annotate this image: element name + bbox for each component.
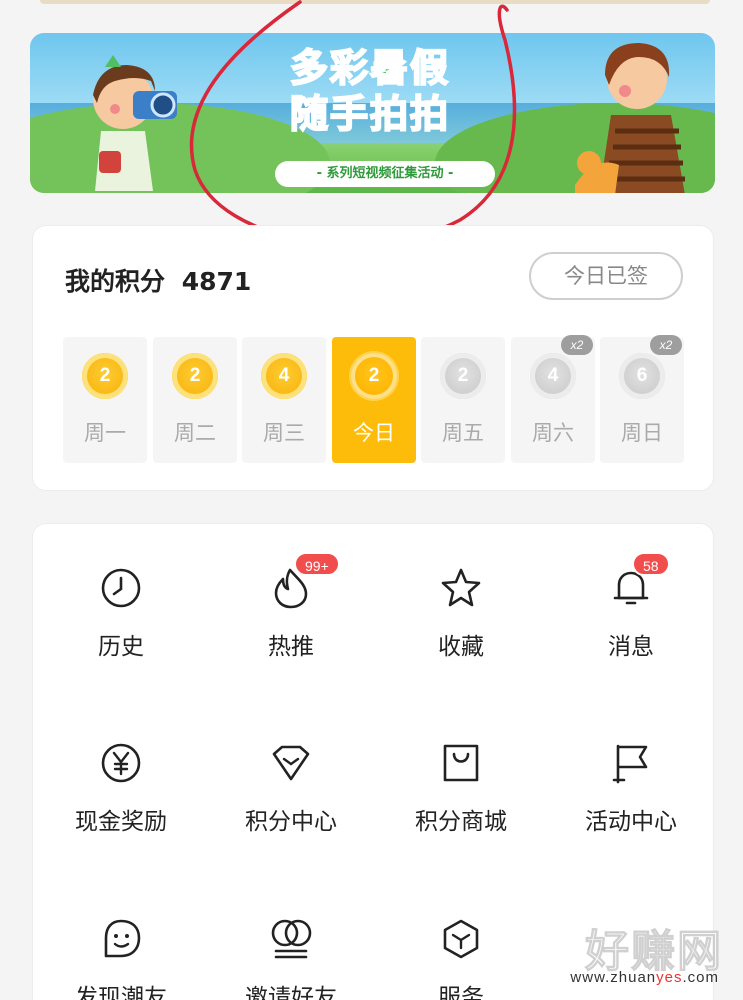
- coin-icon: 6: [619, 353, 665, 399]
- top-strip: [40, 0, 710, 4]
- menu-item-invite-friends[interactable]: 邀请好友: [206, 918, 376, 1000]
- menu-item-hot[interactable]: 99+ 热推: [206, 552, 376, 697]
- menu-item-cash-rewards[interactable]: 现金奖励: [36, 742, 206, 872]
- coin-icon: 2: [440, 353, 486, 399]
- coin-icon: 2: [82, 353, 128, 399]
- banner-subtitle: - 系列短视频征集活动 -: [275, 161, 495, 187]
- day-saturday[interactable]: 4 x2 周六: [511, 335, 595, 463]
- signed-today-button[interactable]: 今日已签: [529, 252, 683, 300]
- sign-in-days: 2 周一 2 周二 4 周三 2 今日 2 周五 4 x2 周六 6 x2 周日: [63, 335, 688, 463]
- summer-banner[interactable]: 多彩暑假 随手拍拍 - 系列短视频征集活动 -: [30, 33, 715, 193]
- flag-icon: [612, 744, 648, 784]
- day-wednesday[interactable]: 4 周三: [242, 337, 326, 463]
- shopping-bag-icon: [443, 744, 479, 782]
- day-friday[interactable]: 2 周五: [421, 337, 505, 463]
- day-label: 周五: [442, 421, 484, 445]
- menu-item-points-mall[interactable]: 积分商城: [376, 742, 546, 872]
- day-label: 周日: [621, 421, 663, 445]
- menu-item-services[interactable]: 服务: [376, 918, 546, 1000]
- menu-label: 热推: [268, 634, 314, 660]
- menu-label: 活动中心: [585, 809, 677, 835]
- coin-icon: 4: [530, 353, 576, 399]
- menu-label: 发现潮友: [75, 985, 167, 1000]
- friends-icon: [271, 919, 312, 959]
- smile-icon: [104, 919, 141, 958]
- multiplier-badge: x2: [650, 335, 682, 355]
- banner-title-line2: 随手拍拍: [289, 91, 450, 137]
- message-count-badge: 58: [632, 552, 670, 576]
- menu-label: 现金奖励: [75, 809, 167, 835]
- multiplier-badge: x2: [561, 335, 593, 355]
- menu-item-messages[interactable]: 58 消息: [546, 552, 716, 697]
- day-monday[interactable]: 2 周一: [63, 337, 147, 463]
- points-label: 我的积分: [65, 267, 166, 296]
- menu-label: 历史: [98, 634, 144, 660]
- points-value: 4871: [181, 267, 252, 296]
- coin-icon: 2: [172, 353, 218, 399]
- day-sunday[interactable]: 6 x2 周日: [600, 335, 684, 463]
- day-today[interactable]: 2 今日: [332, 337, 416, 463]
- day-label: 周二: [174, 421, 216, 445]
- cube-icon: [443, 919, 479, 959]
- diamond-icon: [272, 745, 310, 781]
- menu-label: 消息: [608, 634, 654, 660]
- hot-count-badge: 99+: [294, 552, 340, 576]
- yen-icon: [101, 743, 141, 783]
- menu-label: 积分中心: [245, 809, 337, 835]
- menu-label: 邀请好友: [245, 985, 337, 1000]
- coin-icon: 2: [351, 353, 397, 399]
- day-label: 今日: [353, 421, 395, 445]
- menu-label: 服务: [438, 985, 484, 1000]
- menu-item-activity-center[interactable]: 活动中心: [546, 742, 716, 872]
- day-label: 周一: [84, 421, 126, 445]
- menu-item-points-center[interactable]: 积分中心: [206, 742, 376, 872]
- relaxing-kid-illustration: [575, 43, 685, 193]
- kid-with-camera-illustration: [93, 55, 177, 191]
- menu-label: 收藏: [438, 634, 484, 660]
- points-card: 我的积分 4871 今日已签 2 周一 2 周二 4 周三 2 今日 2 周五 …: [32, 225, 714, 491]
- star-icon: [441, 568, 481, 607]
- day-label: 周三: [263, 421, 305, 445]
- clock-icon: [101, 568, 141, 608]
- banner-title: 多彩暑假 随手拍拍: [260, 45, 480, 137]
- menu-grid-card: 历史 99+ 热推 收藏 58 消息 现金奖励 积分中心 积分商城 活动中心 发…: [32, 523, 714, 1000]
- points-title: 我的积分 4871: [65, 262, 251, 298]
- day-tuesday[interactable]: 2 周二: [153, 337, 237, 463]
- menu-item-discover-friends[interactable]: 发现潮友: [36, 918, 206, 1000]
- menu-item-favorites[interactable]: 收藏: [376, 567, 546, 697]
- banner-title-line1: 多彩暑假: [289, 45, 450, 91]
- menu-item-history[interactable]: 历史: [36, 567, 206, 697]
- menu-label: 积分商城: [415, 809, 507, 835]
- coin-icon: 4: [261, 353, 307, 399]
- day-label: 周六: [532, 421, 574, 445]
